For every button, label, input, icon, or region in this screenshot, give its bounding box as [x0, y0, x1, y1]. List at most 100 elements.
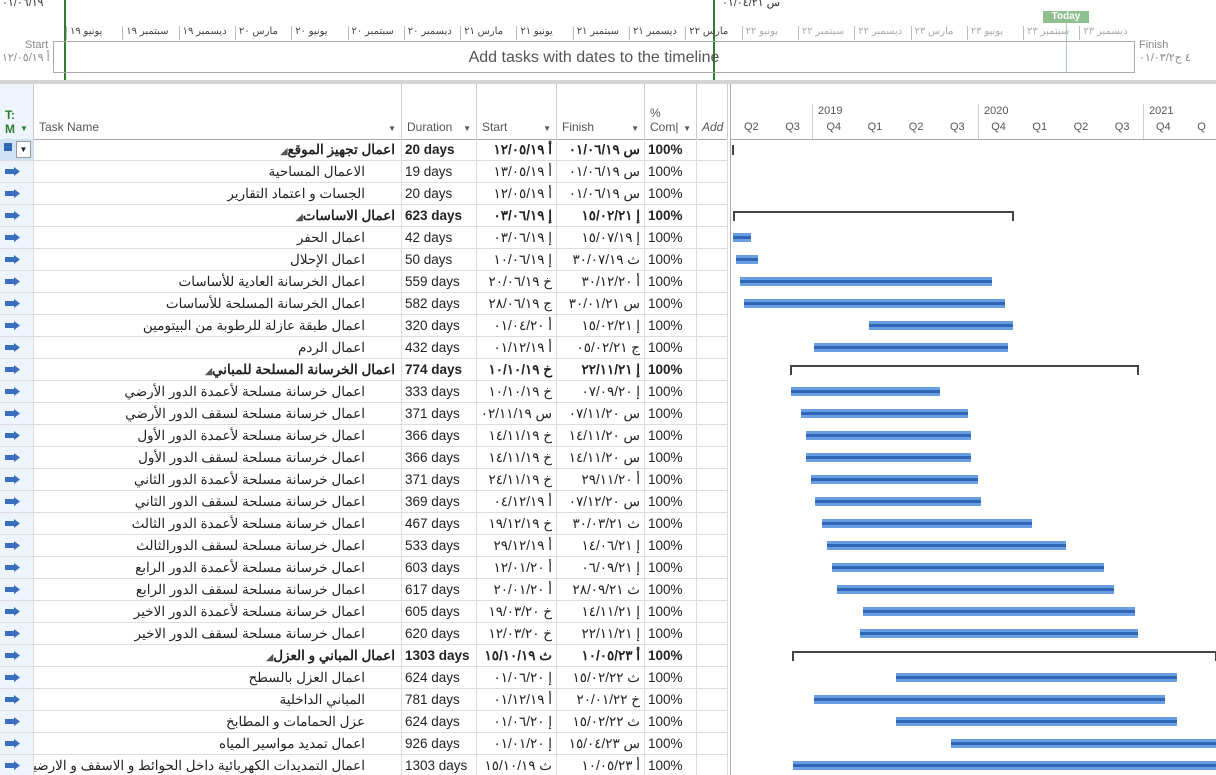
task-mode-cell[interactable]: [0, 579, 34, 600]
task-row[interactable]: اعمال خرسانة مسلحة لسقف الدور الأول 366 d…: [0, 447, 728, 469]
add-column-cell[interactable]: [697, 271, 728, 292]
add-column-cell[interactable]: [697, 535, 728, 556]
finish-cell[interactable]: إ ٠٦/٠٩/٢١: [557, 557, 645, 578]
task-mode-cell[interactable]: [0, 161, 34, 182]
duration-cell[interactable]: 369 days: [402, 491, 477, 512]
task-mode-cell[interactable]: [0, 359, 34, 380]
add-column-cell[interactable]: [697, 469, 728, 490]
task-bar[interactable]: [801, 409, 968, 418]
chevron-down-icon[interactable]: ▼: [16, 141, 31, 158]
percent-complete-cell[interactable]: 100%: [645, 293, 697, 314]
finish-cell[interactable]: ث ٣٠/٠٣/٢١: [557, 513, 645, 534]
task-bar[interactable]: [791, 387, 940, 396]
task-mode-cell[interactable]: [0, 667, 34, 688]
start-cell[interactable]: خ ١٠/١٠/١٩: [477, 381, 557, 402]
percent-complete-cell[interactable]: 100%: [645, 425, 697, 446]
start-cell[interactable]: إ ٠١/٠١/٢٠: [477, 733, 557, 754]
column-header-task-name[interactable]: Task Name ▼: [34, 84, 402, 139]
task-row[interactable]: اعمال طبقة عازلة للرطوبة من البيتومين 320…: [0, 315, 728, 337]
task-row[interactable]: اعمال خرسانة مسلحة لسقف الدور الأرضي 371 …: [0, 403, 728, 425]
task-name-cell[interactable]: اعمال الخرسانة العادية للأساسات: [34, 271, 402, 292]
duration-cell[interactable]: 467 days: [402, 513, 477, 534]
finish-cell[interactable]: س ١٥/٠٤/٢٣: [557, 733, 645, 754]
finish-cell[interactable]: إ ٢٢/١١/٢١: [557, 623, 645, 644]
task-mode-cell[interactable]: ▼: [0, 139, 34, 160]
task-row[interactable]: اعمال خرسانة مسلحة لسقف الدورالثالث 533 d…: [0, 535, 728, 557]
start-cell[interactable]: خ ١٤/١١/١٩: [477, 425, 557, 446]
duration-cell[interactable]: 617 days: [402, 579, 477, 600]
add-column-cell[interactable]: [697, 315, 728, 336]
finish-cell[interactable]: إ ٠٧/٠٩/٢٠: [557, 381, 645, 402]
finish-cell[interactable]: س ٣٠/٠١/٢١: [557, 293, 645, 314]
task-mode-cell[interactable]: [0, 491, 34, 512]
percent-complete-cell[interactable]: 100%: [645, 623, 697, 644]
duration-cell[interactable]: 603 days: [402, 557, 477, 578]
start-cell[interactable]: أ ١٢/٠٥/١٩: [477, 183, 557, 204]
percent-complete-cell[interactable]: 100%: [645, 315, 697, 336]
finish-cell[interactable]: إ ٢٢/١١/٢١: [557, 359, 645, 380]
task-bar[interactable]: [740, 277, 992, 286]
task-row[interactable]: اعمال التمديدات الكهربائية داخل الحوائط …: [0, 755, 728, 775]
duration-cell[interactable]: 366 days: [402, 425, 477, 446]
finish-cell[interactable]: س ٠١/٠٦/١٩: [557, 161, 645, 182]
start-cell[interactable]: خ ١٢/٠٣/٢٠: [477, 623, 557, 644]
task-bar[interactable]: [951, 739, 1216, 748]
duration-cell[interactable]: 620 days: [402, 623, 477, 644]
percent-complete-cell[interactable]: 100%: [645, 491, 697, 512]
task-name-cell[interactable]: اعمال خرسانة مسلحة لسقف الدور الأرضي: [34, 403, 402, 424]
start-cell[interactable]: أ ١٣/٠٥/١٩: [477, 161, 557, 182]
task-row[interactable]: اعمال الردم 432 days أ ٠١/١٢/١٩ ج ٠٥/٠٢/٢١ 1…: [0, 337, 728, 359]
start-cell[interactable]: ث ١٥/١٠/١٩: [477, 755, 557, 775]
summary-task-row[interactable]: اعمال الاساسات◢ 623 days إ ٠٣/٠٦/١٩ إ ١٥/٠…: [0, 205, 728, 227]
duration-cell[interactable]: 20 days: [402, 139, 477, 160]
collapse-triangle-icon[interactable]: ◢: [296, 212, 303, 222]
start-cell[interactable]: إ ٠٣/٠٦/١٩: [477, 227, 557, 248]
duration-cell[interactable]: 559 days: [402, 271, 477, 292]
task-row[interactable]: اعمال خرسانة مسلحة لسقف الدور الرابع 617 …: [0, 579, 728, 601]
task-bar[interactable]: [827, 541, 1066, 550]
start-cell[interactable]: إ ٠١/٠٦/٢٠: [477, 667, 557, 688]
column-header-start[interactable]: Start ▼: [477, 84, 557, 139]
add-column-cell[interactable]: [697, 601, 728, 622]
task-row[interactable]: الاعمال المساحية 19 days أ ١٣/٠٥/١٩ س ٠١/٠٦…: [0, 161, 728, 183]
summary-bar[interactable]: [733, 211, 1014, 221]
task-row[interactable]: اعمال الخرسانة المسلحة للأساسات 582 days ج…: [0, 293, 728, 315]
task-mode-cell[interactable]: [0, 645, 34, 666]
percent-complete-cell[interactable]: 100%: [645, 183, 697, 204]
start-cell[interactable]: خ ٢٤/١١/١٩: [477, 469, 557, 490]
task-name-cell[interactable]: اعمال خرسانة مسلحة لأعمدة الدور الثاني: [34, 469, 402, 490]
start-cell[interactable]: أ ٢٠/٠١/٢٠: [477, 579, 557, 600]
add-column-cell[interactable]: [697, 755, 728, 775]
task-name-cell[interactable]: اعمال التمديدات الكهربائية داخل الحوائط …: [34, 755, 402, 775]
finish-cell[interactable]: إ ١٤/٠٦/٢١: [557, 535, 645, 556]
add-column-cell[interactable]: [697, 733, 728, 754]
task-name-cell[interactable]: اعمال العزل بالسطح: [34, 667, 402, 688]
task-mode-cell[interactable]: [0, 249, 34, 270]
task-bar[interactable]: [736, 255, 758, 264]
task-name-cell[interactable]: اعمال خرسانة مسلحة لسقف الدورالثالث: [34, 535, 402, 556]
percent-complete-cell[interactable]: 100%: [645, 733, 697, 754]
start-cell[interactable]: خ ١٠/١٠/١٩: [477, 359, 557, 380]
add-column-cell[interactable]: [697, 249, 728, 270]
task-bar[interactable]: [863, 607, 1135, 616]
task-mode-cell[interactable]: [0, 557, 34, 578]
percent-complete-cell[interactable]: 100%: [645, 139, 697, 160]
column-header-add-new[interactable]: Add: [697, 84, 728, 139]
task-row[interactable]: اعمال الإحلال 50 days إ ١٠/٠٦/١٩ ث ٣٠/٠٧/١٩…: [0, 249, 728, 271]
task-bar[interactable]: [896, 673, 1177, 682]
start-cell[interactable]: إ ٠٣/٠٦/١٩: [477, 205, 557, 226]
finish-cell[interactable]: س ١٤/١١/٢٠: [557, 447, 645, 468]
task-row[interactable]: اعمال تمديد مواسير المياه 926 days إ ٠١/٠١…: [0, 733, 728, 755]
column-header-percent-complete[interactable]: % Com| ▼: [645, 84, 697, 139]
duration-cell[interactable]: 781 days: [402, 689, 477, 710]
task-bar[interactable]: [814, 695, 1165, 704]
column-header-finish[interactable]: Finish ▼: [557, 84, 645, 139]
task-row[interactable]: اعمال العزل بالسطح 624 days إ ٠١/٠٦/٢٠ ث ١٥…: [0, 667, 728, 689]
add-column-cell[interactable]: [697, 579, 728, 600]
task-row[interactable]: المباني الداخلية 781 days أ ٠١/١٢/١٩ خ ٢٠/٠…: [0, 689, 728, 711]
percent-complete-cell[interactable]: 100%: [645, 711, 697, 732]
percent-complete-cell[interactable]: 100%: [645, 469, 697, 490]
chevron-down-icon[interactable]: ▼: [631, 124, 639, 133]
task-mode-cell[interactable]: [0, 623, 34, 644]
task-mode-cell[interactable]: [0, 403, 34, 424]
